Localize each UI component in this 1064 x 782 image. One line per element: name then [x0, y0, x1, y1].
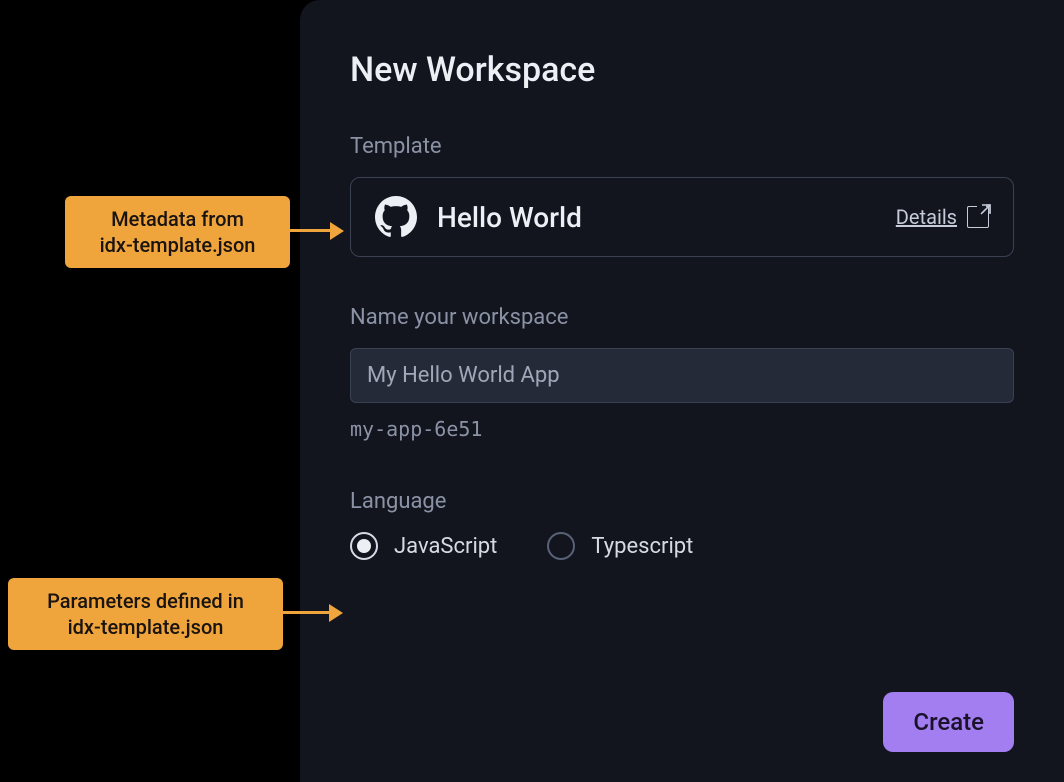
- workspace-name-input[interactable]: [350, 348, 1014, 403]
- language-section-label: Language: [350, 489, 1014, 514]
- details-link[interactable]: Details: [896, 205, 989, 229]
- new-workspace-panel: New Workspace Template Hello World Detai…: [300, 0, 1064, 782]
- radio-label: Typescript: [591, 534, 693, 559]
- name-section-label: Name your workspace: [350, 305, 1014, 330]
- arrow-line: [290, 229, 332, 232]
- external-link-icon: [967, 206, 989, 228]
- radio-option-typescript[interactable]: Typescript: [547, 532, 693, 560]
- create-button[interactable]: Create: [883, 692, 1014, 752]
- annotation-line: Metadata from: [111, 207, 244, 231]
- radio-label: JavaScript: [394, 534, 497, 559]
- template-name: Hello World: [437, 201, 876, 234]
- page-title: New Workspace: [350, 50, 1014, 90]
- arrow-line: [283, 611, 331, 614]
- workspace-slug: my-app-6e51: [350, 417, 1014, 441]
- radio-indicator: [547, 532, 575, 560]
- arrow-head-icon: [329, 604, 343, 622]
- annotation-line: idx-template.json: [100, 233, 256, 257]
- details-link-label: Details: [896, 205, 957, 229]
- template-card[interactable]: Hello World Details: [350, 177, 1014, 257]
- annotation-line: idx-template.json: [68, 615, 224, 639]
- annotation-parameters: Parameters defined in idx-template.json: [8, 578, 283, 650]
- language-radio-group: JavaScript Typescript: [350, 532, 1014, 560]
- annotation-metadata: Metadata from idx-template.json: [65, 196, 290, 268]
- annotation-line: Parameters defined in: [47, 589, 244, 613]
- radio-indicator: [350, 532, 378, 560]
- radio-dot: [357, 539, 371, 553]
- github-icon: [375, 196, 417, 238]
- arrow-head-icon: [330, 222, 344, 240]
- template-section-label: Template: [350, 134, 1014, 159]
- radio-option-javascript[interactable]: JavaScript: [350, 532, 497, 560]
